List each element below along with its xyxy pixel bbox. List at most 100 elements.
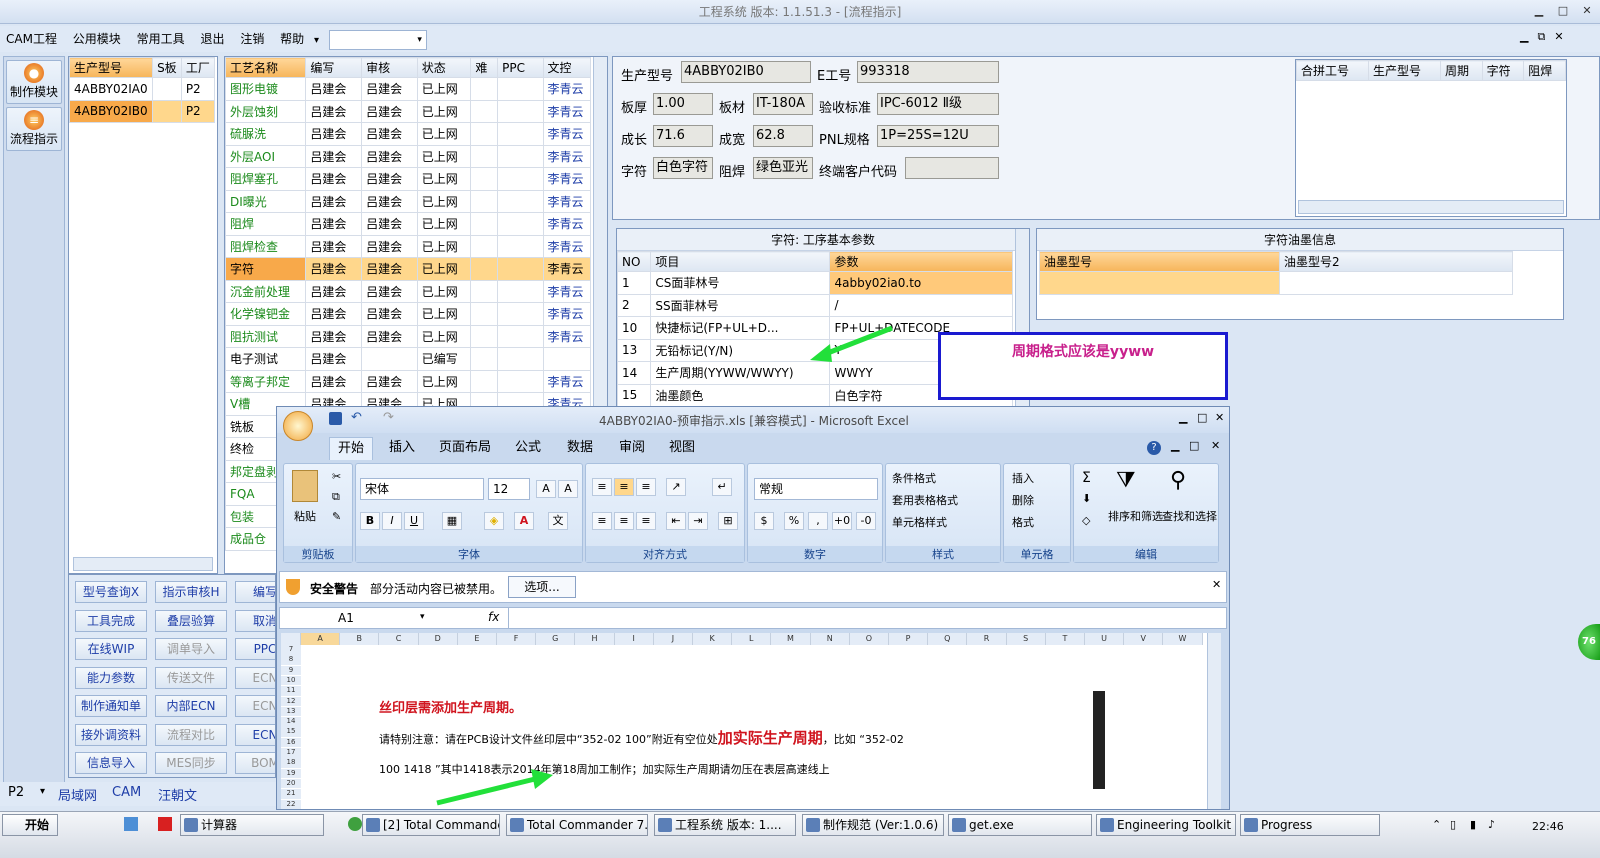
tool-button[interactable]: 能力参数	[75, 666, 147, 689]
menu-exit[interactable]: 退出	[194, 26, 230, 52]
underline-icon[interactable]: U	[404, 512, 424, 530]
column-header[interactable]: R	[967, 633, 1007, 645]
grow-font-icon[interactable]: A	[536, 480, 556, 498]
row-header[interactable]: 14	[281, 717, 301, 727]
indent-increase-icon[interactable]: ⇥	[688, 512, 708, 530]
formula-input[interactable]	[508, 608, 1212, 628]
tool-button[interactable]: BOM导	[235, 752, 275, 774]
find-icon[interactable]: ⚲	[1170, 468, 1186, 493]
table-row[interactable]: 等离子邦定 吕建会 吕建会 已上网 李青云	[225, 369, 592, 393]
row-header[interactable]: 16	[281, 737, 301, 748]
vertical-scrollbar[interactable]	[1207, 633, 1221, 809]
volume-icon[interactable]: ♪	[1488, 818, 1495, 831]
standard-field[interactable]: IPC-6012 Ⅱ级	[877, 93, 999, 115]
table-row[interactable]: 电子测试 吕建会 已编写	[225, 347, 592, 371]
excel-close-button[interactable]: ✕	[1215, 411, 1224, 424]
excel-max-button[interactable]: □	[1197, 411, 1207, 424]
column-header[interactable]: H	[575, 633, 615, 645]
menu-tools[interactable]: 常用工具	[131, 26, 191, 52]
tool-button[interactable]: 指示审核H	[155, 581, 227, 603]
row-header[interactable]: 13	[281, 706, 301, 717]
table-row[interactable]: 图形电镀 吕建会 吕建会 已上网 李青云	[225, 77, 592, 101]
column-header[interactable]: U	[1085, 633, 1125, 645]
column-header[interactable]: W	[1163, 633, 1203, 645]
width-field[interactable]: 62.8	[753, 125, 813, 147]
sum-icon[interactable]: Σ	[1082, 470, 1091, 486]
save-icon[interactable]	[329, 412, 342, 425]
pdf-icon[interactable]	[158, 817, 172, 831]
column-header[interactable]: I	[614, 633, 654, 645]
table-row[interactable]: 阻焊检查 吕建会 吕建会 已上网 李青云	[225, 234, 592, 258]
tool-button[interactable]: PPC审	[235, 638, 275, 660]
col-header[interactable]: 项目	[650, 251, 831, 272]
row-header[interactable]: 18	[281, 758, 301, 768]
column-header[interactable]: F	[497, 633, 537, 645]
col-merge-mask[interactable]: 阻焊	[1523, 60, 1566, 81]
ribbon-tab[interactable]: 插入	[381, 437, 423, 459]
col-factory[interactable]: 工厂	[180, 57, 216, 78]
tool-button[interactable]: 传送文件	[155, 666, 227, 689]
horizontal-scrollbar[interactable]	[1298, 200, 1564, 214]
tool-button[interactable]: ECN通	[235, 666, 275, 689]
plant-select[interactable]: P2	[8, 785, 24, 800]
row-header[interactable]: 12	[281, 696, 301, 706]
conditional-format-button[interactable]: 条件格式	[892, 470, 936, 486]
minimize-button[interactable]: ▁	[1530, 3, 1548, 19]
shrink-font-icon[interactable]: A	[558, 480, 578, 498]
status-lan[interactable]: 局域网	[58, 785, 97, 804]
merge-cells-icon[interactable]: ⊞	[718, 512, 738, 530]
bold-icon[interactable]: B	[360, 512, 380, 530]
format-painter-icon[interactable]: ✎	[332, 510, 341, 523]
tool-button[interactable]: ECN审	[235, 723, 275, 746]
ribbon-tab[interactable]: 审阅	[611, 437, 653, 459]
tool-button[interactable]: MES同步	[155, 752, 227, 774]
column-header[interactable]: A	[301, 633, 341, 645]
tool-button[interactable]: 叠层验算	[155, 609, 227, 632]
column-header[interactable]: L	[732, 633, 772, 645]
tool-button[interactable]: 取消检	[235, 609, 275, 632]
quick-launch-icon[interactable]	[124, 817, 138, 831]
cut-icon[interactable]: ✂	[332, 470, 341, 483]
align-left-icon[interactable]: ≡	[592, 512, 612, 530]
row-header[interactable]: 8	[281, 655, 301, 665]
row-header[interactable]: 11	[281, 686, 301, 696]
taskbar-item[interactable]: get.exe	[948, 814, 1092, 836]
tool-button[interactable]: 信息导入	[75, 752, 147, 774]
font-name-combo[interactable]: 宋体	[360, 478, 484, 500]
table-row[interactable]: 外层AOI 吕建会 吕建会 已上网 李青云	[225, 144, 592, 168]
tool-button[interactable]: 编写完	[235, 581, 275, 603]
excel-min-button[interactable]: ▁	[1179, 411, 1187, 424]
ribbon-tab[interactable]: 数据	[559, 437, 601, 459]
column-header[interactable]: B	[340, 633, 380, 645]
taskbar-item[interactable]: 制作规范 (Ver:1.0.6)	[802, 814, 944, 836]
cell-styles-button[interactable]: 单元格样式	[892, 514, 947, 530]
table-row[interactable]: 4ABBY02IA0 P2	[68, 77, 216, 101]
align-top-icon[interactable]: ≡	[592, 478, 612, 496]
table-row[interactable]: 字符 吕建会 吕建会 已上网 李青云	[225, 257, 592, 281]
status-cam[interactable]: CAM	[112, 785, 141, 800]
paste-icon[interactable]	[292, 470, 318, 502]
comma-icon[interactable]: ,	[808, 512, 828, 530]
row-header[interactable]: 20	[281, 778, 301, 789]
col-header[interactable]: 状态	[416, 57, 472, 78]
char-field[interactable]: 白色字符	[653, 157, 713, 179]
ribbon-tab[interactable]: 公式	[507, 437, 549, 459]
column-header[interactable]: S	[1006, 633, 1046, 645]
clear-icon[interactable]: ◇	[1082, 514, 1090, 527]
table-row[interactable]: 化学镍钯金 吕建会 吕建会 已上网 李青云	[225, 302, 592, 326]
column-header[interactable]: G	[536, 633, 576, 645]
close-button[interactable]: ✕	[1578, 3, 1596, 19]
paste-label[interactable]: 粘贴	[294, 508, 316, 524]
taskbar-item[interactable]: Total Commander 7.0 ...	[506, 814, 648, 836]
menu-overflow-icon[interactable]: ▾	[314, 35, 319, 46]
col-ink-model[interactable]: 油墨型号	[1039, 251, 1280, 272]
chevron-down-icon[interactable]: ▾	[420, 612, 425, 622]
tool-button[interactable]: 接外调资料	[75, 723, 147, 746]
thickness-field[interactable]: 1.00	[653, 93, 713, 115]
menu-combo[interactable]: ▾	[328, 29, 427, 50]
col-header[interactable]: 文控	[542, 57, 592, 78]
doc-close-button[interactable]: ✕	[1211, 439, 1220, 452]
col-header[interactable]: 审核	[361, 57, 418, 78]
table-format-button[interactable]: 套用表格格式	[892, 492, 958, 508]
col-header[interactable]: 难	[470, 57, 499, 78]
